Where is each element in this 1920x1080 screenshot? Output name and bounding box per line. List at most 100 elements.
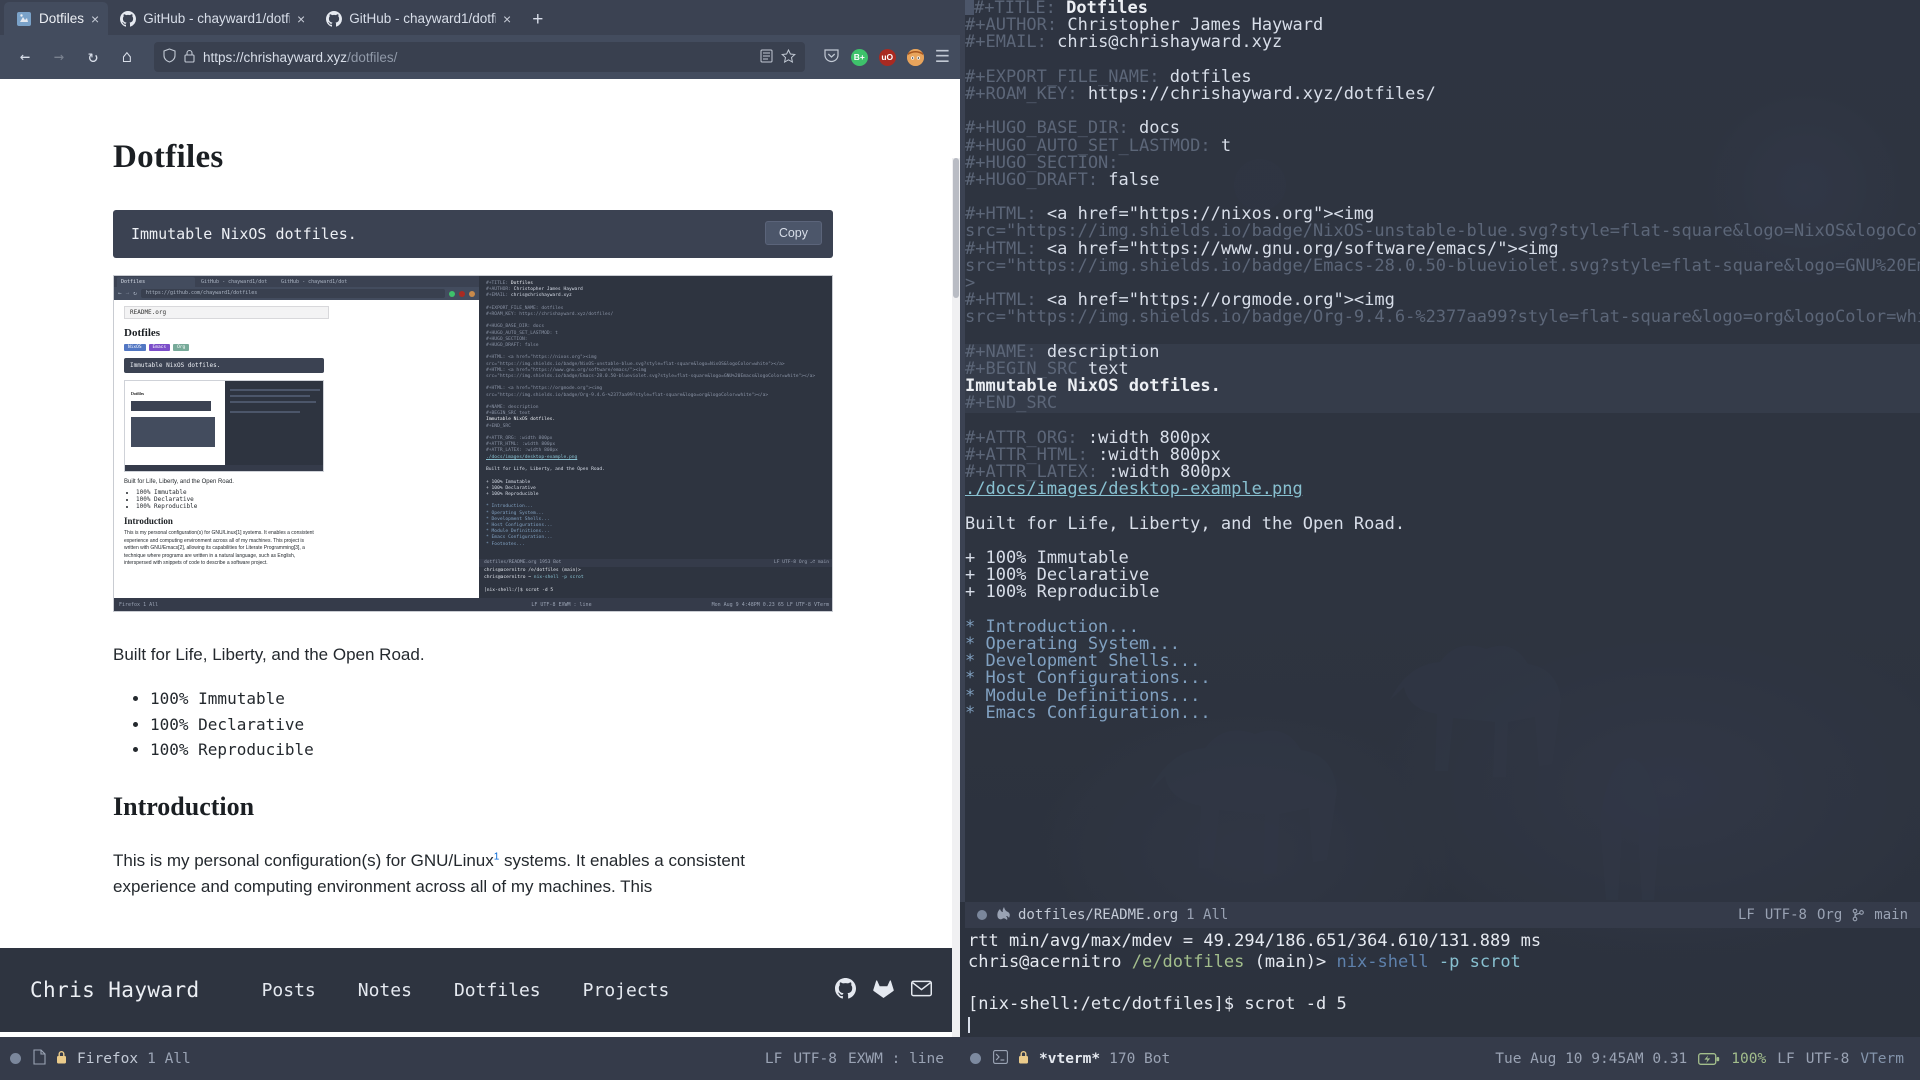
org-line-l29: ./docs/images/desktop-example.png xyxy=(965,481,1920,498)
site-brand[interactable]: Chris Hayward xyxy=(30,978,200,1002)
desktop-example-image: Dotfiles GitHub - chayward1/dot GitHub -… xyxy=(113,275,833,612)
org-mode-icon xyxy=(995,906,1010,924)
emacs-window: #+TITLE: Dotfiles #+AUTHOR: Christopher J… xyxy=(960,0,1920,1037)
gitlab-icon[interactable] xyxy=(873,978,894,1003)
org-value: false xyxy=(1098,169,1160,190)
vterm-command-1: nix-shell xyxy=(1336,952,1429,972)
org-value: src="https://img.shields.io/badge/Emacs-… xyxy=(965,255,1920,276)
star-icon[interactable] xyxy=(780,48,796,66)
org-value: ./docs/images/desktop-example.png xyxy=(965,479,1303,500)
org-value: Built for Life, Liberty, and the Open Ro… xyxy=(965,513,1406,534)
nav-link-dotfiles[interactable]: Dotfiles xyxy=(454,980,541,1001)
org-file-text[interactable]: #+TITLE: Dotfiles #+AUTHOR: Christopher J… xyxy=(965,0,1920,722)
modeline-buffer-name: *vterm* xyxy=(1039,1050,1101,1067)
pocket-icon[interactable] xyxy=(823,47,840,68)
mini-org-modeline-right: LF UTF-8 Org ⎇ main xyxy=(773,560,829,565)
hamburger-menu-icon[interactable]: ☰ xyxy=(935,47,950,67)
copy-button[interactable]: Copy xyxy=(764,221,822,245)
browser-tab-2[interactable]: GitHub - chayward1/dotfi × xyxy=(314,2,520,35)
browser-tab-1[interactable]: GitHub - chayward1/dotfi × xyxy=(108,2,314,35)
text-cursor xyxy=(965,0,974,15)
mini-status-mid: LF UTF-8 EXWM : line xyxy=(531,601,592,608)
url-path: /dotfiles/ xyxy=(347,49,398,65)
nav-link-posts[interactable]: Posts xyxy=(262,980,316,1001)
bullet-icon xyxy=(970,1053,981,1064)
user-avatar-icon[interactable] xyxy=(906,48,924,66)
vterm-prompt-user: chris@acernitro xyxy=(968,952,1122,972)
list-item: 100% Reproducible xyxy=(150,737,847,762)
org-line-l11: #+HUGO_DRAFT: false xyxy=(965,169,1920,190)
emacs-org-buffer[interactable]: #+TITLE: Dotfiles #+AUTHOR: Christopher J… xyxy=(960,0,1920,902)
org-value: t xyxy=(1210,135,1232,156)
back-button[interactable]: ← xyxy=(10,42,40,72)
bitwarden-icon[interactable]: B+ xyxy=(850,48,868,66)
vterm-output[interactable]: rtt min/avg/max/mdev = 49.294/186.651/36… xyxy=(965,928,1920,1037)
modeline-buffer-name: Firefox xyxy=(77,1050,139,1067)
address-bar-text: https://chrishayward.xyz/dotfiles/ xyxy=(203,50,752,65)
modeline-battery: 100% xyxy=(1731,1050,1767,1067)
padlock-icon[interactable] xyxy=(184,49,195,66)
vterm-command-2: scrot -d 5 xyxy=(1234,994,1347,1014)
mini-org-modeline-left: dotfiles/README.org 1953 Bot xyxy=(484,560,562,565)
close-icon[interactable]: × xyxy=(503,11,511,27)
org-line-l23: Immutable NixOS dotfiles. xyxy=(965,378,1920,396)
org-line-l19: src="https://img.shields.io/badge/Org-9.… xyxy=(965,309,1920,326)
nav-link-projects[interactable]: Projects xyxy=(583,980,670,1001)
mini-ext-icon-2 xyxy=(459,290,465,297)
org-modeline-major-mode: Org xyxy=(1816,907,1843,923)
mini-feature-2: 100% Reproducible xyxy=(136,503,469,510)
org-value: chris@chrishayward.xyz xyxy=(1046,32,1283,53)
mini-reload-icon: ↻ xyxy=(133,290,137,297)
padlock-icon xyxy=(1017,1049,1030,1069)
reload-button[interactable]: ↻ xyxy=(78,42,108,72)
mini-badge-org: Org xyxy=(173,344,190,351)
page-scrollbar[interactable] xyxy=(952,158,960,1037)
vterm-cursor xyxy=(968,1017,970,1033)
shield-icon[interactable] xyxy=(163,48,176,66)
mini-url: https://github.com/chayward1/dotfiles xyxy=(140,289,445,298)
github-icon[interactable] xyxy=(835,977,856,1003)
org-line-l35: + 100% Reproducible xyxy=(965,584,1920,601)
mini-tab-2: GitHub - chayward1/dot xyxy=(281,279,348,285)
scrollbar-thumb[interactable] xyxy=(953,158,959,298)
ublock-origin-icon[interactable]: uO xyxy=(878,48,896,66)
modeline-mode: VTerm xyxy=(1860,1050,1904,1067)
org-modeline-branch: main xyxy=(1874,907,1908,923)
mini-status-bar: Firefox 1 All LF UTF-8 EXWM : line Mon A… xyxy=(114,598,832,611)
page-icon xyxy=(16,11,32,27)
site-footer: Chris Hayward Posts Notes Dotfiles Proje… xyxy=(0,948,960,1032)
close-icon[interactable]: × xyxy=(297,11,305,27)
mini-badge-nixos: NixOS xyxy=(124,344,146,351)
reader-view-icon[interactable] xyxy=(760,49,773,66)
mini-readme-tabbar: README.org xyxy=(124,306,329,319)
mini-feature-1: 100% Declarative xyxy=(136,496,469,503)
site-nav: Posts Notes Dotfiles Projects xyxy=(262,980,835,1001)
home-button[interactable]: ⌂ xyxy=(112,42,142,72)
mini-org-text: #+TITLE: Dotfiles #+AUTHOR: Christopher … xyxy=(486,281,816,547)
vterm-prompt-path: /e/dotfiles xyxy=(1131,952,1245,972)
close-icon[interactable]: × xyxy=(91,11,99,27)
mini-code: Immutable NixOS dotfiles. xyxy=(124,358,324,373)
browser-tab-0[interactable]: Dotfiles × xyxy=(4,2,109,35)
forward-button[interactable]: → xyxy=(44,42,74,72)
org-keyword: #+ROAM_KEY: xyxy=(965,83,1078,104)
new-tab-button[interactable]: + xyxy=(520,5,555,35)
exwm-modeline-left: Firefox 1 All LF UTF-8 EXWM : line xyxy=(0,1037,960,1080)
mini-badge-emacs: Emacs xyxy=(148,344,171,351)
battery-charging-icon xyxy=(1698,1052,1720,1066)
email-icon[interactable] xyxy=(910,980,933,1001)
org-modeline-buffer: dotfiles/README.org xyxy=(1018,907,1179,923)
mini-firefox: Dotfiles GitHub - chayward1/dot GitHub -… xyxy=(114,276,479,611)
tagline: Built for Life, Liberty, and the Open Ro… xyxy=(113,645,425,664)
git-branch-icon xyxy=(1852,908,1865,922)
mini-tagline: Built for Life, Liberty, and the Open Ro… xyxy=(124,479,234,485)
org-value: * Emacs Configuration... xyxy=(965,702,1211,723)
mini-org-modeline: dotfiles/README.org 1953 Bot LF UTF-8 Or… xyxy=(479,559,832,567)
address-bar[interactable]: https://chrishayward.xyz/dotfiles/ xyxy=(154,42,805,72)
nav-link-notes[interactable]: Notes xyxy=(358,980,412,1001)
org-line-l16: src="https://img.shields.io/badge/Emacs-… xyxy=(965,255,1920,276)
screen: Dotfiles × GitHub - chayward1/dotfi × Gi… xyxy=(0,0,1920,1080)
browser-navigation-bar: ← → ↻ ⌂ https://chrishayward.xyz/dotfile… xyxy=(0,35,960,79)
page-title: Dotfiles xyxy=(113,139,224,175)
firefox-window: Dotfiles × GitHub - chayward1/dotfi × Gi… xyxy=(0,0,960,1037)
